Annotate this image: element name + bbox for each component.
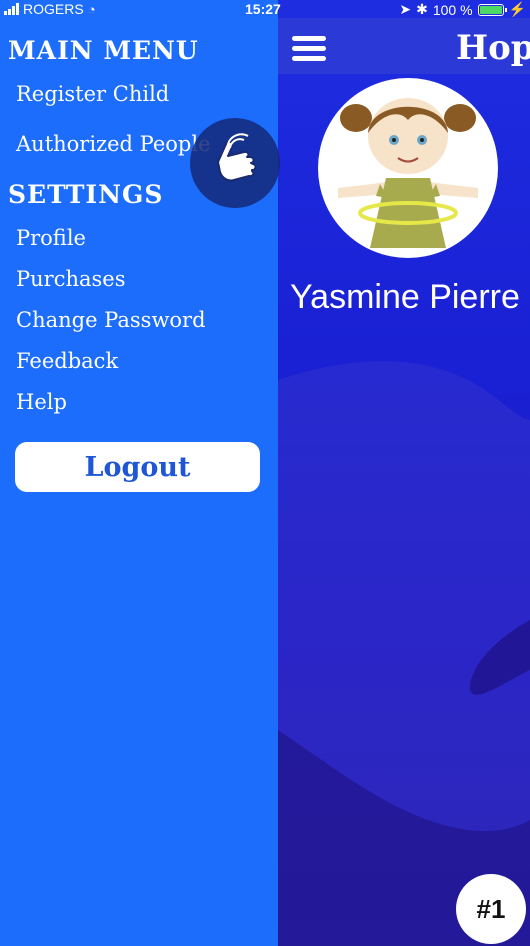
battery-icon: [477, 3, 507, 16]
child-avatar[interactable]: [318, 78, 498, 258]
app-screen: Hop Yasmine Pierre #1: [278, 0, 530, 946]
header-title: Hop: [456, 28, 530, 68]
wifi-icon: ◔: [87, 1, 96, 17]
carrier-name: ROGERS: [23, 1, 84, 17]
child-name: Yasmine Pierre: [290, 278, 520, 316]
signal-icon: [4, 3, 19, 15]
app-header: Hop: [278, 18, 530, 74]
menu-item-profile[interactable]: Profile: [16, 226, 86, 250]
menu-item-purchases[interactable]: Purchases: [16, 267, 125, 291]
number-badge[interactable]: #1: [456, 874, 526, 944]
logout-button[interactable]: Logout: [15, 442, 260, 492]
location-arrow-icon: ➤: [399, 1, 412, 17]
main-menu-title: MAIN MENU: [8, 36, 199, 65]
status-bar: ROGERS ◔ 15:27 ➤ ✱ 100 % ⚡: [0, 0, 530, 20]
menu-item-help[interactable]: Help: [16, 390, 67, 414]
menu-item-feedback[interactable]: Feedback: [16, 349, 118, 373]
pointing-hand-icon: [217, 133, 257, 182]
charging-icon: ⚡: [508, 1, 526, 17]
hamburger-menu-icon[interactable]: [292, 36, 326, 62]
girl-illustration-icon: [338, 98, 478, 248]
status-time: 15:27: [245, 1, 281, 17]
tap-indicator: [190, 118, 280, 208]
menu-item-change-password[interactable]: Change Password: [16, 308, 206, 332]
menu-item-register-child[interactable]: Register Child: [16, 82, 169, 106]
settings-title: SETTINGS: [8, 180, 164, 209]
background-wave-decoration: [278, 361, 530, 946]
bluetooth-icon: ✱: [416, 1, 428, 17]
battery-percent: 100 %: [432, 1, 473, 18]
menu-item-authorized-people[interactable]: Authorized People: [16, 132, 211, 156]
